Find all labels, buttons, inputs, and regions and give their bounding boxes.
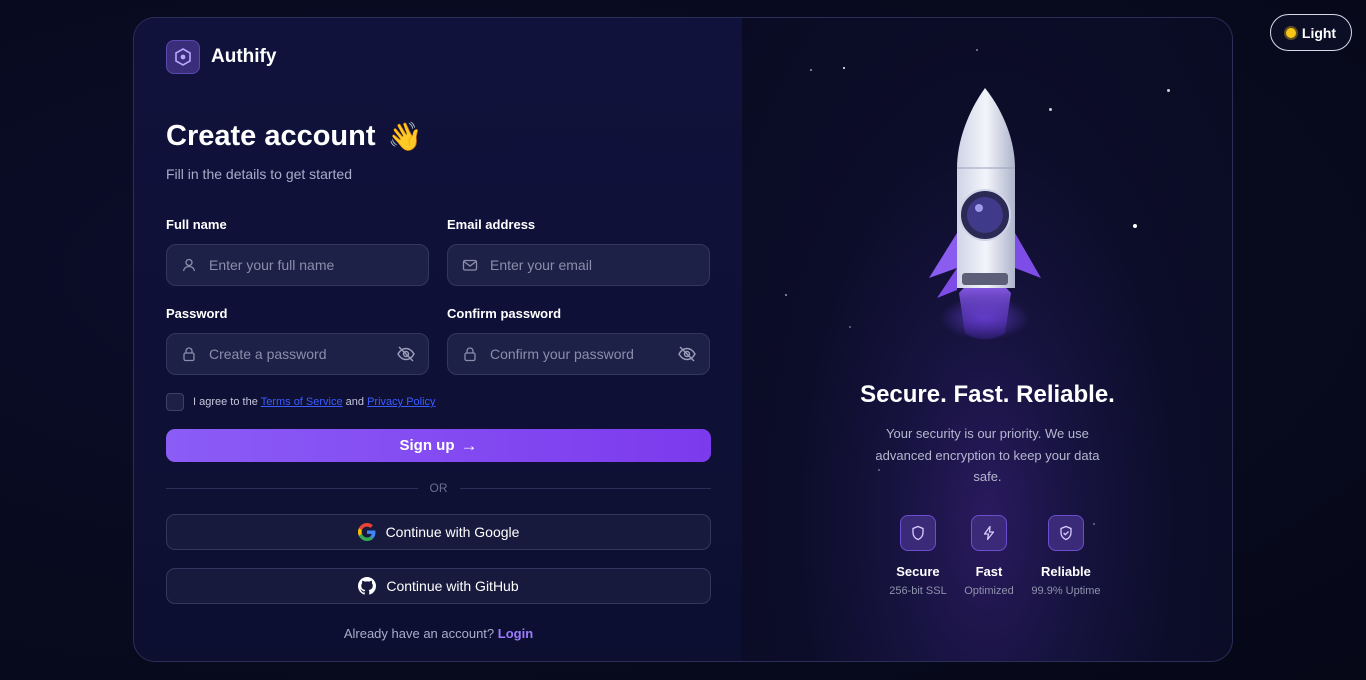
page-subtitle: Fill in the details to get started (166, 166, 352, 182)
eye-off-icon[interactable] (677, 345, 697, 363)
auth-card: Authify Create account 👋 Fill in the det… (133, 17, 1233, 662)
feature-name: Secure (896, 564, 940, 579)
star (1132, 224, 1137, 228)
waving-hand-icon: 👋 (387, 121, 423, 152)
signup-panel: Authify Create account 👋 Fill in the det… (134, 18, 742, 661)
mail-icon (462, 259, 478, 271)
github-signin-button[interactable]: Continue with GitHub (166, 568, 711, 604)
star (809, 69, 812, 71)
agree-prefix: I agree to the (193, 396, 258, 408)
page-title: Create account 👋 (166, 120, 422, 153)
eye-off-icon[interactable] (396, 345, 416, 363)
shield-check-icon (1047, 515, 1084, 551)
github-icon (358, 577, 377, 595)
confirm-password-label: Confirm password (447, 306, 562, 321)
feature-name: Reliable (1041, 564, 1091, 579)
feature-sub: 256-bit SSL (889, 585, 947, 597)
star (842, 67, 845, 69)
github-label: Continue with GitHub (386, 578, 519, 594)
google-label: Continue with Google (385, 524, 520, 540)
lightning-icon (970, 515, 1007, 551)
feature-name: Fast (975, 564, 1003, 579)
full-name-label: Full name (166, 217, 227, 232)
feature-secure: Secure 256-bit SSL (878, 515, 958, 597)
shield-icon (899, 515, 936, 551)
password-field[interactable]: Create a password (166, 333, 429, 375)
email-placeholder: Enter your email (490, 257, 592, 273)
star (784, 294, 787, 296)
or-text: OR (429, 481, 448, 495)
login-link[interactable]: Login (498, 626, 533, 641)
star (1166, 89, 1170, 92)
terms-agreement: I agree to the Terms of Service and Priv… (166, 393, 436, 411)
email-field[interactable]: Enter your email (447, 244, 710, 286)
lock-icon (464, 347, 476, 362)
or-divider: OR (166, 481, 711, 495)
brand: Authify (166, 40, 276, 74)
theme-toggle-button[interactable]: Light (1270, 14, 1352, 51)
star (848, 326, 851, 328)
confirm-password-field[interactable]: Confirm your password (447, 333, 710, 375)
password-placeholder: Create a password (209, 346, 327, 362)
title-text: Create account (166, 120, 376, 152)
google-signin-button[interactable]: Continue with Google (166, 514, 711, 550)
login-prompt: Already have an account? Login (134, 626, 743, 641)
feature-reliable: Reliable 99.9% Uptime (1026, 515, 1106, 597)
full-name-placeholder: Enter your full name (209, 257, 335, 273)
terms-checkbox[interactable] (166, 393, 184, 411)
agree-and: and (345, 396, 365, 408)
terms-of-service-link[interactable]: Terms of Service (261, 396, 343, 408)
hero-panel: Secure. Fast. Reliable. Your security is… (741, 18, 1232, 661)
hero-title: Secure. Fast. Reliable. (860, 381, 1115, 408)
privacy-policy-link[interactable]: Privacy Policy (367, 396, 435, 408)
theme-toggle-label: Light (1301, 24, 1337, 41)
confirm-password-placeholder: Confirm your password (490, 346, 634, 362)
arrow-right-icon: → (460, 435, 478, 455)
brand-name: Authify (211, 46, 277, 67)
login-prompt-text: Already have an account? (343, 626, 495, 641)
google-icon (357, 523, 375, 541)
lock-icon (183, 347, 195, 362)
full-name-field[interactable]: Enter your full name (166, 244, 429, 286)
email-label: Email address (447, 217, 536, 232)
rocket-illustration (928, 88, 1041, 340)
signup-button[interactable]: Sign up → (166, 429, 711, 462)
feature-sub: 99.9% Uptime (1031, 585, 1101, 597)
hexagon-logo-icon (166, 40, 200, 74)
star (975, 49, 978, 51)
hero-description: Your security is our priority. We use ad… (875, 426, 1100, 484)
feature-fast: Fast Optimized (949, 515, 1029, 597)
sun-icon (1285, 27, 1296, 38)
password-label: Password (166, 306, 228, 321)
signup-label: Sign up (399, 437, 455, 454)
feature-sub: Optimized (964, 585, 1014, 597)
user-icon (182, 258, 196, 272)
